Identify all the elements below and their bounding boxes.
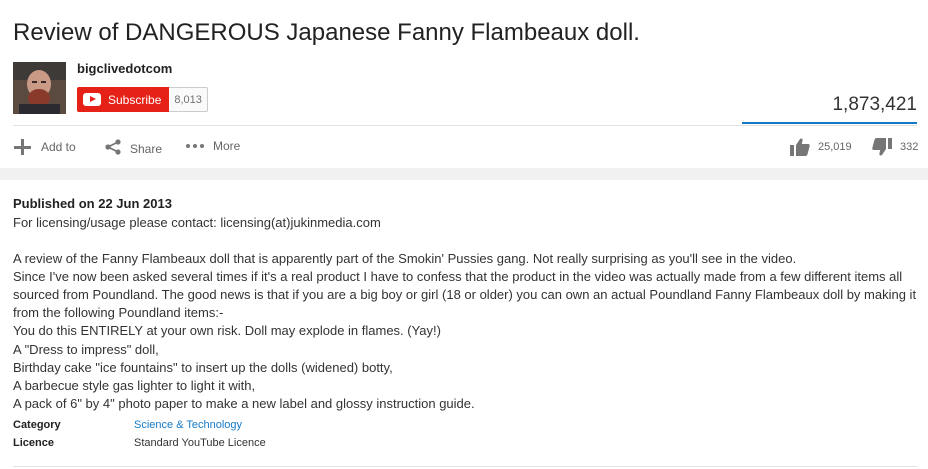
channel-avatar[interactable]: [13, 62, 66, 114]
thumbs-down-icon: [872, 138, 892, 156]
like-count: 25,019: [818, 141, 852, 153]
more-button[interactable]: More: [186, 139, 240, 153]
licence-value: Standard YouTube Licence: [134, 437, 266, 449]
share-label: Share: [130, 141, 163, 156]
subscribe-button[interactable]: Subscribe: [77, 87, 170, 112]
subscriber-count: 8,013: [169, 87, 208, 112]
channel-name-link[interactable]: bigclivedotcom: [77, 61, 172, 76]
thumbs-up-icon: [790, 138, 810, 156]
category-label: Category: [13, 419, 61, 431]
view-count: 1,873,421: [832, 94, 917, 115]
video-header-panel: Review of DANGEROUS Japanese Fanny Flamb…: [0, 0, 928, 168]
add-to-label: Add to: [41, 140, 76, 154]
description-line: For licensing/usage please contact: lice…: [13, 215, 381, 230]
description-line: A barbecue style gas lighter to light it…: [13, 377, 256, 393]
licence-row: Licence Standard YouTube Licence: [13, 437, 266, 449]
description-line: A "Dress to impress" doll,: [13, 341, 159, 357]
youtube-logo-icon: [83, 93, 101, 106]
divider: [13, 466, 917, 467]
more-dots-icon: [186, 144, 204, 148]
like-button[interactable]: 25,019: [790, 138, 852, 156]
description-line: A pack of 6" by 4" photo paper to make a…: [13, 395, 475, 411]
description-line: A review of the Fanny Flambeaux doll tha…: [13, 251, 797, 267]
share-button[interactable]: Share: [104, 139, 162, 158]
description-line: You do this ENTIRELY at your own risk. D…: [13, 323, 441, 339]
description-line: Birthday cake "ice fountains" to insert …: [13, 359, 393, 375]
views-sentiment-bar: [742, 122, 917, 124]
subscribe-label: Subscribe: [108, 92, 162, 107]
published-date: Published on 22 Jun 2013: [13, 196, 172, 211]
video-title: Review of DANGEROUS Japanese Fanny Flamb…: [13, 19, 640, 46]
share-icon: [104, 139, 122, 158]
add-to-button[interactable]: Add to: [13, 139, 76, 155]
dislike-count: 332: [900, 141, 919, 153]
divider: [13, 125, 917, 126]
more-label: More: [213, 139, 241, 153]
description-line: Since I've now been asked several times …: [13, 269, 917, 321]
category-link[interactable]: Science & Technology: [134, 419, 242, 431]
dislike-button[interactable]: 332: [872, 138, 918, 156]
plus-icon: [13, 139, 33, 155]
description-text: For licensing/usage please contact: lice…: [13, 214, 918, 413]
category-row: Category Science & Technology: [13, 419, 242, 431]
subscribe-group: Subscribe 8,013: [77, 87, 208, 112]
licence-label: Licence: [13, 437, 54, 449]
